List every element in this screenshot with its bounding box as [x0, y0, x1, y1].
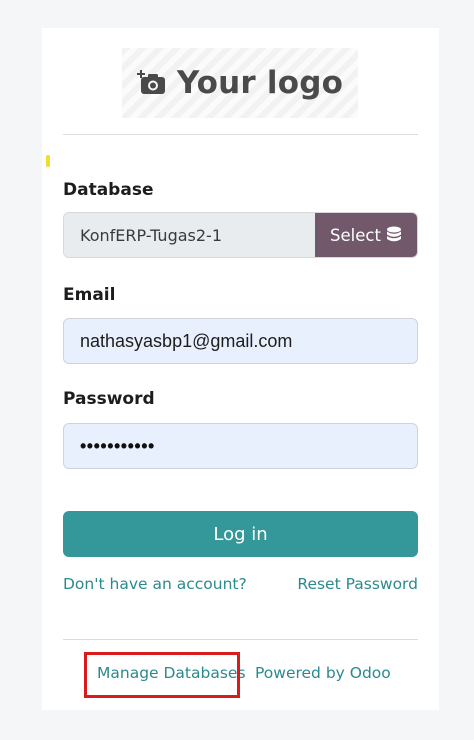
powered-by-odoo-link[interactable]: Powered by Odoo	[255, 664, 391, 682]
database-field-group: Select	[63, 212, 418, 258]
red-highlight-box	[84, 652, 240, 698]
yellow-marker	[46, 155, 50, 167]
footer-divider	[63, 639, 418, 640]
email-field[interactable]	[63, 318, 418, 364]
password-label: Password	[63, 389, 155, 409]
select-database-button[interactable]: Select	[315, 213, 417, 257]
database-icon	[386, 226, 401, 242]
password-input[interactable]: •••••••••••	[80, 436, 155, 457]
login-card: Your logo Database Select Email Password…	[42, 28, 439, 710]
password-field[interactable]: •••••••••••	[63, 423, 418, 469]
camera-plus-icon	[136, 70, 165, 94]
email-input[interactable]	[80, 330, 401, 352]
select-button-label: Select	[330, 225, 381, 245]
logo-text: Your logo	[176, 65, 344, 101]
signup-link[interactable]: Don't have an account?	[63, 575, 247, 593]
header-divider	[63, 134, 418, 135]
email-label: Email	[63, 285, 116, 305]
reset-password-link[interactable]: Reset Password	[297, 575, 418, 593]
database-input[interactable]	[64, 213, 315, 257]
login-button[interactable]: Log in	[63, 511, 418, 557]
database-label: Database	[63, 180, 154, 200]
company-logo: Your logo	[122, 48, 358, 118]
